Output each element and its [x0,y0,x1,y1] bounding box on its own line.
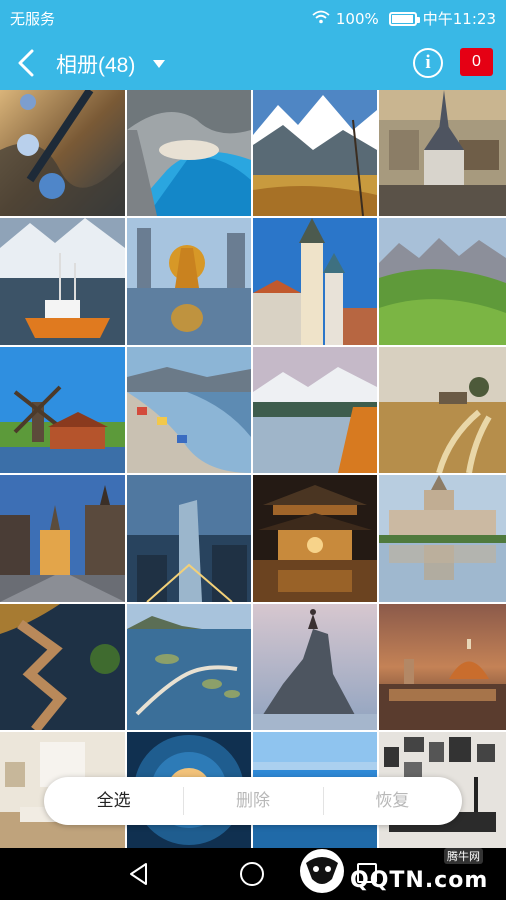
photo-wheat-field-path[interactable] [379,347,506,473]
battery-icon [388,11,420,26]
back-button[interactable] [8,45,44,81]
wifi-icon [312,10,330,28]
photo-grid [0,90,506,848]
restore-button[interactable]: 恢复 [322,777,462,825]
watermark-logo: 腾牛网 QQTN.com [296,842,506,900]
status-bar: 无服务 100% 中午11:23 [0,0,506,36]
photo-palace-reflection[interactable] [379,475,506,602]
carrier-text: 无服务 [10,10,56,28]
page-title[interactable]: 相册(48) [56,49,135,79]
title-bar: 相册(48) i 0 [0,36,506,90]
battery-percent: 100% [335,9,379,28]
photo-golden-sculpture-city[interactable] [127,218,251,345]
delete-button[interactable]: 删除 [183,777,322,825]
photo-church-tower-village[interactable] [253,218,377,345]
photo-sea-cliff-beach[interactable] [127,90,251,216]
nav-back-icon[interactable] [128,862,150,886]
select-all-button[interactable]: 全选 [44,777,183,825]
dropdown-arrow-icon[interactable] [153,60,165,68]
photo-ocean-road-bridge[interactable] [127,604,251,730]
status-icons: 100% 中午11:23 [312,8,496,29]
photo-coastal-town[interactable] [127,347,251,473]
photo-chinese-temple-night[interactable] [253,475,377,602]
bottom-action-bar: 全选 删除 恢复 [44,777,462,825]
photo-zigzag-boardwalk[interactable] [0,604,125,730]
watermark-brand: QQTN.com [350,868,489,893]
photo-florence-cathedral[interactable] [379,604,506,730]
photo-alpine-meadow[interactable] [379,218,506,345]
photo-hot-air-balloons[interactable] [0,90,125,216]
photo-mountain-lake[interactable] [253,347,377,473]
photo-windmill[interactable] [0,347,125,473]
clock: 中午11:23 [422,10,496,28]
photo-old-town-church[interactable] [379,90,506,216]
photo-skyscraper-night[interactable] [127,475,251,602]
photo-snowy-mountain-valley[interactable] [253,90,377,216]
photo-gothic-square[interactable] [0,475,125,602]
bull-logo-icon [300,849,344,893]
info-button[interactable]: i [413,48,443,78]
chevron-left-icon [18,49,34,77]
photo-fishing-boat-harbor[interactable] [0,218,125,345]
photo-rock-summit-hiker[interactable] [253,604,377,730]
count-badge[interactable]: 0 [460,48,493,76]
nav-home-icon[interactable] [240,862,264,886]
watermark-sub: 腾牛网 [444,848,483,864]
